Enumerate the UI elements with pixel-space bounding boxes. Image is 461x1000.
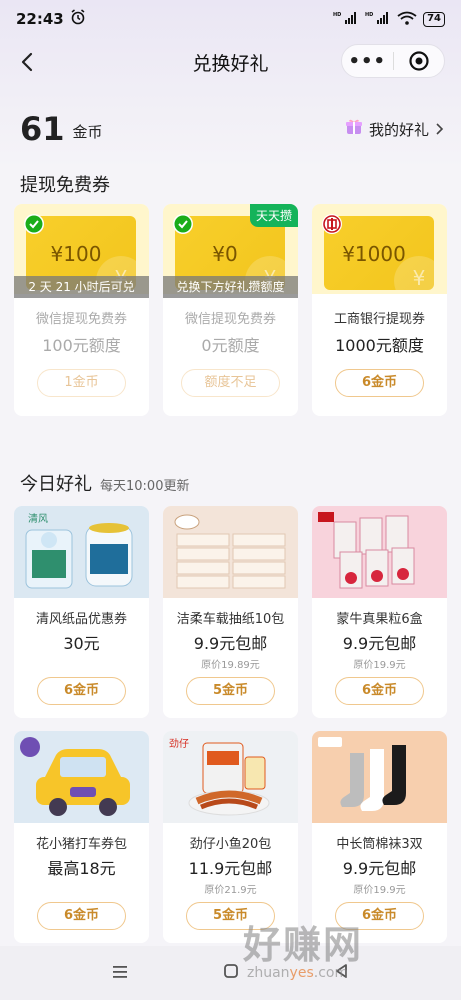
status-bar: 22:43 HD HD 74 xyxy=(0,0,461,38)
gift-price: 30元 xyxy=(63,634,100,653)
gift-price: 11.9元包邮 xyxy=(188,859,273,878)
voucher-countdown: 2 天 21 小时后可兑 xyxy=(14,276,149,298)
status-time: 22:43 xyxy=(16,10,64,28)
gift-price: 最高18元 xyxy=(47,859,116,878)
daily-accumulate-badge: 天天攒 xyxy=(249,204,298,227)
gift-name: 花小猪打车券包 xyxy=(35,837,127,852)
voucher-card-wechat-100[interactable]: ¥100 ¥ 2 天 21 小时后可兑 微信提现免费券 100元额度 1金币 xyxy=(14,204,149,416)
spicy-fish-product-image: 劲仔 xyxy=(163,731,298,823)
gifts-section-header: 今日好礼 每天10:00更新 xyxy=(20,470,189,496)
voucher-limit: 0元额度 xyxy=(201,336,260,355)
gift-name: 蒙牛真果粒6盒 xyxy=(336,612,423,627)
voucher-hint: 兑换下方好礼攒额度 xyxy=(163,276,298,298)
voucher-card-wechat-0[interactable]: ¥0 ¥ 天天攒 兑换下方好礼攒额度 微信提现免费券 0元额度 额度不足 xyxy=(163,204,298,416)
system-navigation-bar xyxy=(0,946,461,1000)
voucher-name: 工商银行提现券 xyxy=(333,312,425,327)
coin-balance: 61 xyxy=(20,110,65,148)
voucher-name: 微信提现免费券 xyxy=(35,312,127,327)
taxi-car-image xyxy=(14,731,149,823)
my-gifts-link[interactable]: 我的好礼 xyxy=(345,118,445,140)
more-options-button[interactable]: ••• xyxy=(342,51,393,72)
gift-price: 9.9元包邮 xyxy=(193,634,268,653)
status-indicators: HD HD 74 xyxy=(333,11,445,28)
wechat-pay-icon xyxy=(24,214,44,234)
gift-original-price: 原价19.9元 xyxy=(353,885,406,896)
tissue-product-image: 清风 xyxy=(14,506,149,598)
gift-name: 劲仔小鱼20包 xyxy=(189,837,272,852)
svg-text:劲仔: 劲仔 xyxy=(169,738,189,750)
gift-card-milk-drink[interactable]: 蒙牛真果粒6盒 9.9元包邮 原价19.9元 6金币 xyxy=(312,506,447,718)
gift-name: 洁柔车载抽纸10包 xyxy=(176,612,285,627)
voucher-limit: 1000元额度 xyxy=(335,336,424,355)
close-miniprogram-button[interactable] xyxy=(393,50,444,72)
target-icon xyxy=(409,51,429,71)
redeem-button[interactable]: 5金币 xyxy=(186,677,275,705)
miniprogram-capsule: ••• xyxy=(341,44,445,78)
gift-original-price: 原价19.89元 xyxy=(201,660,260,671)
gifts-section-title: 今日好礼 xyxy=(20,474,92,495)
navigation-bar: 兑换好礼 ••• xyxy=(0,38,461,86)
signal-icon-2: HD xyxy=(365,11,391,28)
redeem-button[interactable]: 6金币 xyxy=(335,369,424,397)
chevron-right-icon xyxy=(436,123,444,135)
wechat-pay-icon xyxy=(173,214,193,234)
gift-card-socks[interactable]: 中长筒棉袜3双 9.9元包邮 原价19.9元 6金币 xyxy=(312,731,447,943)
socks-product-image xyxy=(312,731,447,823)
insufficient-button[interactable]: 额度不足 xyxy=(181,369,280,397)
gift-price: 9.9元包邮 xyxy=(342,859,417,878)
milk-drink-product-image xyxy=(312,506,447,598)
svg-text:清风: 清风 xyxy=(28,512,48,525)
wifi-icon xyxy=(397,11,417,28)
icbc-bank-icon xyxy=(322,214,342,234)
home-icon[interactable] xyxy=(223,963,239,983)
voucher-limit: 100元额度 xyxy=(42,336,121,355)
signal-icon: HD xyxy=(333,11,359,28)
redeem-button[interactable]: 1金币 xyxy=(37,369,126,397)
gift-card-tissue-coupon[interactable]: 清风 清风纸品优惠券 30元 6金币 xyxy=(14,506,149,718)
car-tissue-product-image xyxy=(163,506,298,598)
coin-unit: 金币 xyxy=(72,123,103,141)
svg-text:HD: HD xyxy=(365,12,373,18)
gift-card-spicy-fish[interactable]: 劲仔 劲仔小鱼20包 11.9元包邮 原价21.9元 5金币 xyxy=(163,731,298,943)
voucher-name: 微信提现免费券 xyxy=(184,312,276,327)
back-button[interactable] xyxy=(14,48,42,76)
voucher-card-icbc-1000[interactable]: ¥1000 ¥ 工商银行提现券 1000元额度 6金币 xyxy=(312,204,447,416)
chevron-left-icon xyxy=(21,52,33,72)
menu-icon[interactable] xyxy=(112,964,128,983)
redeem-button[interactable]: 6金币 xyxy=(335,902,424,930)
back-triangle-icon[interactable] xyxy=(334,963,350,983)
page-title: 兑换好礼 xyxy=(192,52,269,75)
gift-name: 中长筒棉袜3双 xyxy=(336,837,423,852)
gift-name: 清风纸品优惠券 xyxy=(35,612,127,627)
coin-balance-row: 61 金币 我的好礼 xyxy=(20,100,445,148)
gift-card-car-tissue[interactable]: 洁柔车载抽纸10包 9.9元包邮 原价19.89元 5金币 xyxy=(163,506,298,718)
gift-original-price: 原价19.9元 xyxy=(353,660,406,671)
gift-original-price: 原价21.9元 xyxy=(204,885,257,896)
alarm-icon xyxy=(70,9,86,29)
vouchers-section-title: 提现免费券 xyxy=(20,175,110,196)
redeem-button[interactable]: 6金币 xyxy=(37,902,126,930)
redeem-button[interactable]: 6金币 xyxy=(37,677,126,705)
gift-box-icon xyxy=(345,118,363,140)
redeem-button[interactable]: 5金币 xyxy=(186,902,275,930)
battery-indicator: 74 xyxy=(423,11,445,27)
my-gifts-label: 我的好礼 xyxy=(368,120,429,139)
gift-price: 9.9元包邮 xyxy=(342,634,417,653)
svg-text:HD: HD xyxy=(333,12,341,18)
gift-card-taxi-coupon[interactable]: 花小猪打车券包 最高18元 6金币 xyxy=(14,731,149,943)
redeem-button[interactable]: 6金币 xyxy=(335,677,424,705)
gifts-section-subtitle: 每天10:00更新 xyxy=(100,479,190,494)
